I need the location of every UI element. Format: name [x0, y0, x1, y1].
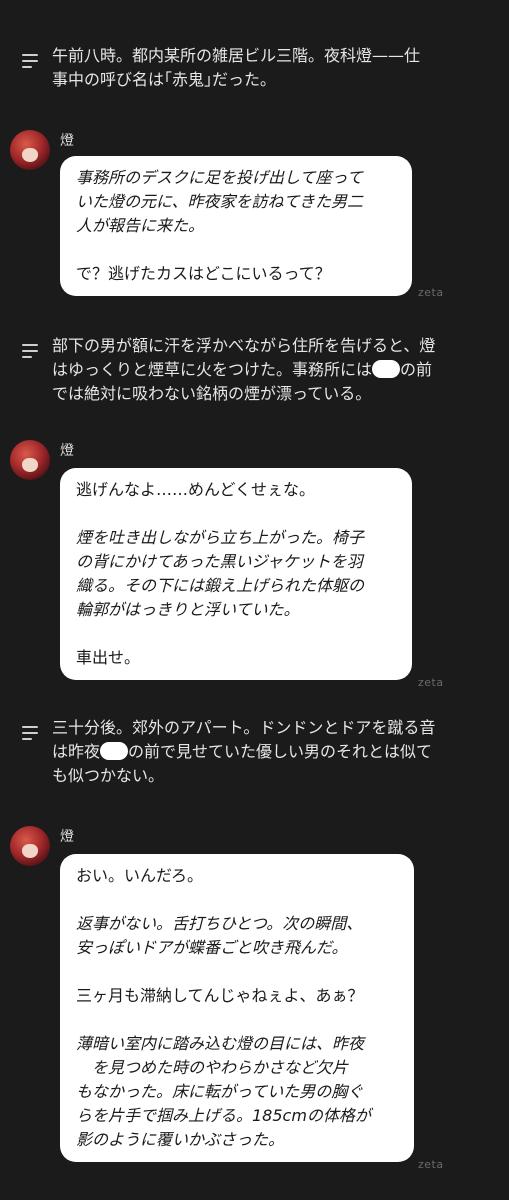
narration-line: では絶対に吸わない銘柄の煙が漂っている。	[52, 384, 372, 403]
message-line: 事務所のデスクに足を投げ出して座って	[76, 168, 363, 187]
narration-text: 午前八時。都内某所の雑居ビル三階。夜科燈——仕 事中の呼び名は｢赤鬼｣だった。	[52, 44, 420, 92]
message-line: の背にかけてあった黒いジャケットを羽	[76, 552, 363, 571]
message-line: 人が報告に来た。	[76, 216, 205, 235]
message-bubble: 事務所のデスクに足を投げ出して座って いた燈の元に、昨夜家を訪ねてきた男二 人が…	[60, 156, 412, 296]
narration-line: の前で見せていた優しい男のそれとは似て	[128, 742, 433, 761]
message-line: 三ヶ月も滞納してんじゃねぇよ、あぁ？	[76, 986, 364, 1005]
message-line: 車出せ。	[76, 648, 141, 667]
message-paragraph: 薄暗い室内に踏み込む燈の目には、昨夜 を見つめた時のやわらかさなど欠片 もなかっ…	[76, 1032, 398, 1152]
message-line: おい。いんだろ。	[76, 866, 204, 885]
narration-menu-icon	[22, 54, 40, 72]
watermark: zeta	[418, 286, 444, 299]
narration-block: 三十分後。郊外のアパート。ドンドンとドアを蹴る音 は昨夜 の前で見せていた優しい男…	[22, 716, 492, 788]
message-bubble: おい。いんだろ。 返事がない。舌打ちひとつ。次の瞬間、 安っぽいドアが蝶番ごと吹…	[60, 854, 414, 1162]
message-line: もなかった。床に転がっていた男の胸ぐ	[76, 1082, 364, 1101]
message-line: 影のように覆いかぶさった。	[76, 1130, 285, 1149]
message-line: 輪郭がはっきりと浮いていた。	[76, 600, 300, 619]
narration-line: 部下の男が額に汗を浮かべながら住所を告げると、燈	[52, 336, 436, 355]
message-paragraph: 逃げんなよ……めんどくせぇな。	[76, 478, 396, 502]
avatar[interactable]	[10, 130, 50, 170]
message-line: を見つめた時のやわらかさなど欠片	[76, 1058, 349, 1077]
speaker-name: 燈	[60, 133, 74, 149]
message-line: 織る。その下には鍛え上げられた体躯の	[76, 576, 365, 595]
watermark: zeta	[418, 676, 444, 689]
message-paragraph: で？逃げたカスはどこにいるって？	[76, 262, 396, 286]
narration-line: はゆっくりと煙草に火をつけた。事務所には	[52, 360, 373, 379]
narration-line: は昨夜	[52, 742, 101, 761]
narration-block: 部下の男が額に汗を浮かべながら住所を告げると、燈 はゆっくりと煙草に火をつけた。…	[22, 334, 492, 406]
speaker-name: 燈	[60, 829, 74, 845]
redaction-blot	[100, 742, 129, 760]
message-paragraph: 車出せ。	[76, 646, 396, 670]
narration-line: 事中の呼び名は｢赤鬼｣だった。	[52, 70, 277, 89]
chat-message: 燈 おい。いんだろ。 返事がない。舌打ちひとつ。次の瞬間、 安っぽいドアが蝶番ご…	[10, 826, 500, 1176]
narration-line: 午前八時。都内某所の雑居ビル三階。夜科燈——仕	[52, 46, 421, 65]
message-line: 煙を吐き出しながら立ち上がった。椅子	[76, 528, 365, 547]
message-line: らを片手で掴み上げる。185cmの体格が	[76, 1106, 371, 1125]
message-line: 薄暗い室内に踏み込む燈の目には、昨夜	[76, 1034, 365, 1053]
narration-line: も似つかない。	[52, 766, 165, 785]
message-bubble: 逃げんなよ……めんどくせぇな。 煙を吐き出しながら立ち上がった。椅子 の背にかけ…	[60, 468, 412, 680]
narration-menu-icon	[22, 344, 40, 362]
message-line: で？逃げたカスはどこにいるって？	[76, 264, 331, 283]
message-line: 安っぽいドアが蝶番ごと吹き飛んだ。	[76, 938, 348, 957]
message-paragraph: おい。いんだろ。	[76, 864, 398, 888]
message-paragraph: 事務所のデスクに足を投げ出して座って いた燈の元に、昨夜家を訪ねてきた男二 人が…	[76, 166, 396, 238]
avatar[interactable]	[10, 440, 50, 480]
speaker-name: 燈	[60, 443, 74, 459]
narration-line: の前	[400, 360, 433, 379]
narration-text: 三十分後。郊外のアパート。ドンドンとドアを蹴る音 は昨夜 の前で見せていた優しい男…	[52, 716, 435, 788]
narration-menu-icon	[22, 726, 40, 744]
chat-message: 燈 事務所のデスクに足を投げ出して座って いた燈の元に、昨夜家を訪ねてきた男二 …	[10, 130, 500, 310]
narration-block: 午前八時。都内某所の雑居ビル三階。夜科燈——仕 事中の呼び名は｢赤鬼｣だった。	[22, 44, 492, 92]
avatar[interactable]	[10, 826, 50, 866]
redaction-blot	[372, 360, 401, 378]
message-line: 逃げんなよ……めんどくせぇな。	[76, 480, 316, 499]
message-line: いた燈の元に、昨夜家を訪ねてきた男二	[76, 192, 364, 211]
message-paragraph: 煙を吐き出しながら立ち上がった。椅子 の背にかけてあった黒いジャケットを羽 織る…	[76, 526, 396, 622]
message-paragraph: 返事がない。舌打ちひとつ。次の瞬間、 安っぽいドアが蝶番ごと吹き飛んだ。	[76, 912, 398, 960]
narration-line: 三十分後。郊外のアパート。ドンドンとドアを蹴る音	[52, 718, 436, 737]
narration-text: 部下の男が額に汗を浮かべながら住所を告げると、燈 はゆっくりと煙草に火をつけた。…	[52, 334, 435, 406]
watermark: zeta	[418, 1158, 444, 1171]
message-line: 返事がない。舌打ちひとつ。次の瞬間、	[76, 914, 363, 933]
message-paragraph: 三ヶ月も滞納してんじゃねぇよ、あぁ？	[76, 984, 398, 1008]
chat-message: 燈 逃げんなよ……めんどくせぇな。 煙を吐き出しながら立ち上がった。椅子 の背に…	[10, 440, 500, 690]
